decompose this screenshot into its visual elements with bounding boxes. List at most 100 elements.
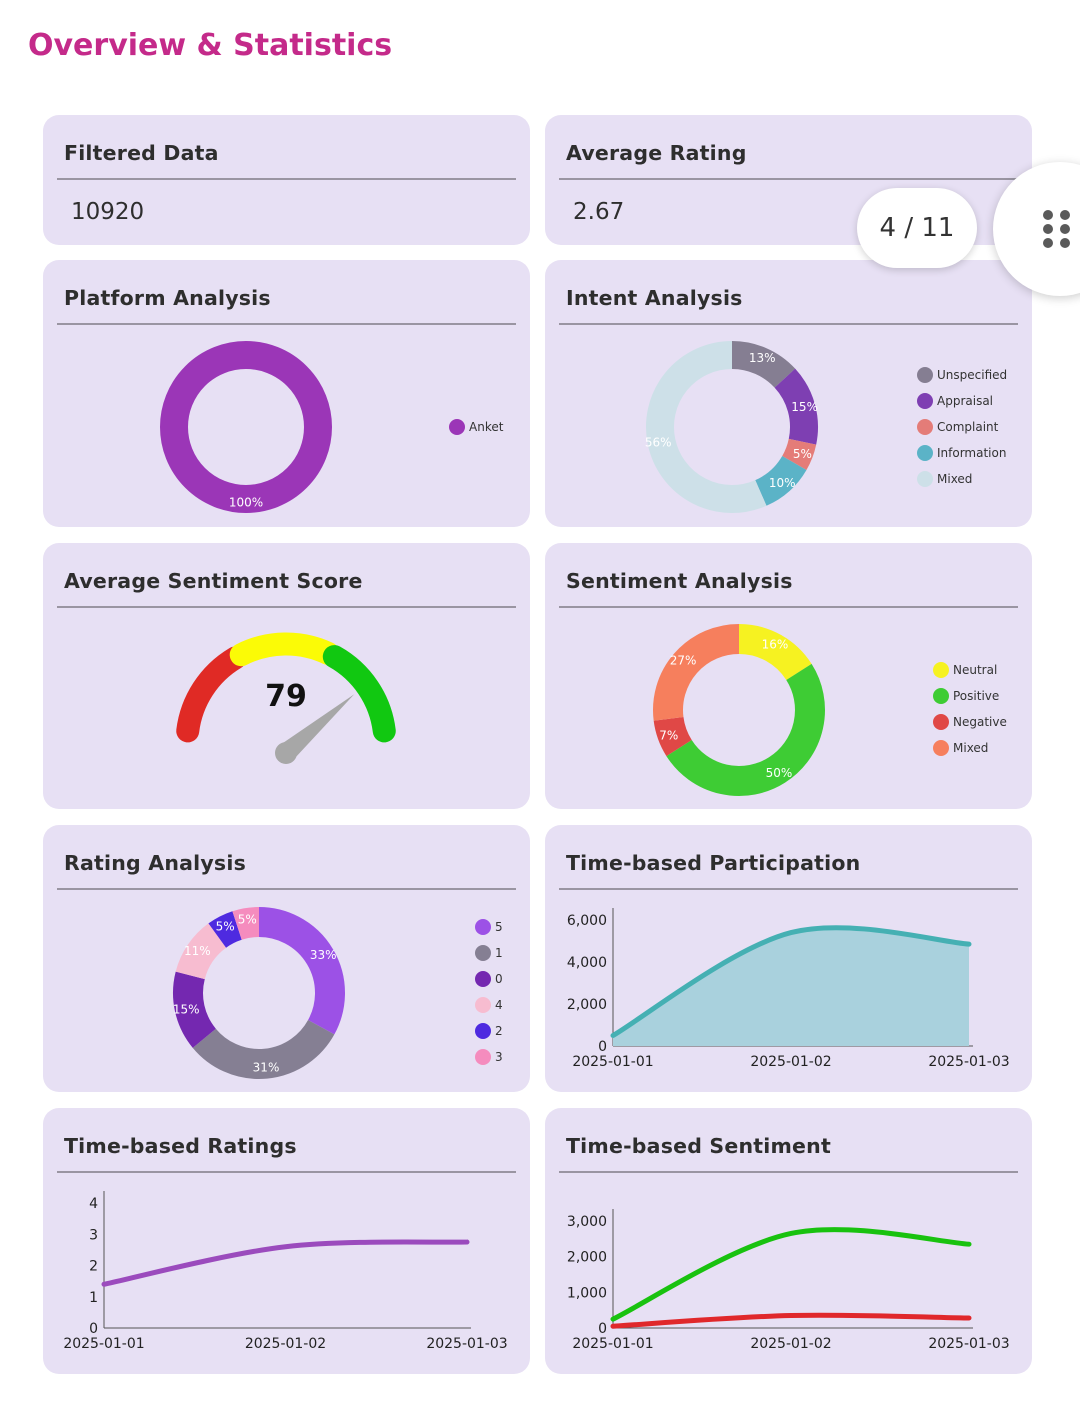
platform-analysis-card: Platform Analysis 100% Anket [43,260,530,527]
slice-label: 5% [238,912,257,926]
legend-swatch [917,393,933,409]
donut-slice [160,341,332,513]
legend-label: Mixed [937,472,972,486]
sentiment-analysis-card: Sentiment Analysis 16% 50% 7% 27% Neutral Pos… [545,543,1032,809]
gauge-hub [275,742,297,764]
legend-swatch [475,997,491,1013]
legend-swatch [475,1023,491,1039]
average-sentiment-card: Average Sentiment Score 79 [43,543,530,809]
series-line [610,1227,972,1322]
y-tick-label: 0 [89,1321,98,1337]
legend-swatch [917,471,933,487]
legend-label: 5 [495,920,503,934]
legend-label: Complaint [937,420,999,434]
legend-swatch [449,419,465,435]
x-tick-label: 2025-01-01 [572,1336,653,1352]
x-tick-label: 2025-01-03 [928,1336,1009,1352]
x-tick-label: 2025-01-02 [245,1336,326,1352]
legend-label: Unspecified [937,368,1007,382]
donut-slice [666,663,825,796]
legend-swatch [475,1049,491,1065]
y-tick-label: 0 [598,1321,607,1337]
legend-label: 2 [495,1024,503,1038]
slice-label: 7% [659,728,678,742]
x-tick-label: 2025-01-01 [63,1336,144,1352]
legend-label: Positive [953,689,999,703]
legend-label: Appraisal [937,394,993,408]
y-tick-label: 4,000 [567,955,607,971]
legend-label: 4 [495,998,503,1012]
donut-slice [653,624,740,721]
gauge-value: 79 [265,679,307,714]
page-indicator[interactable]: 4 / 11 [857,188,977,268]
y-tick-label: 3,000 [567,1214,607,1230]
legend-swatch [933,688,949,704]
legend-label: Information [937,446,1006,460]
divider [559,178,1018,180]
legend-label: 0 [495,972,503,986]
slice-label: 56% [645,435,672,449]
sentiment-line-chart: 0 1,000 2,000 3,000 2025-01-01 2025-01-02 2025… [567,1209,1010,1352]
slice-label: 13% [749,351,776,365]
legend-swatch [933,662,949,678]
slice-label: 5% [793,447,812,461]
intent-analysis-card: Intent Analysis 13% 15% 5% 10% 56% Unspecifie… [545,260,1032,527]
average-rating-value: 2.67 [573,199,625,225]
slice-label: 16% [762,638,789,652]
menu-button[interactable] [993,162,1080,296]
gauge-band [229,632,340,667]
slice-label: 31% [253,1060,280,1074]
area-fill [613,927,969,1046]
gauge-band [322,645,396,743]
divider [57,178,516,180]
legend-swatch [917,445,933,461]
participation-area-chart: 0 2,000 4,000 6,000 2025-01-01 2025-01-02 2025… [567,908,1010,1070]
slice-label: 50% [766,766,793,780]
y-tick-label: 1 [89,1290,98,1306]
legend-swatch [917,367,933,383]
legend-label: Anket [469,420,504,434]
legend-label: Negative [953,715,1007,729]
donut-slice [646,341,767,513]
y-tick-label: 2 [89,1259,98,1275]
x-tick-label: 2025-01-01 [572,1054,653,1070]
slice-label: 15% [791,400,818,414]
slice-label: 10% [769,476,796,490]
page-title: Overview & Statistics [28,28,393,63]
y-tick-label: 6,000 [567,913,607,929]
slice-label: 5% [216,920,235,934]
slice-label: 11% [184,944,211,958]
x-tick-label: 2025-01-03 [426,1336,507,1352]
sentiment-donut-chart: 16% 50% 7% 27% Neutral Positive Negative Mixed [653,624,1007,796]
x-tick-label: 2025-01-02 [750,1336,831,1352]
sentiment-gauge: 79 [176,632,396,764]
ratings-time-card: Time-based Ratings 0 1 2 3 4 2025-01-01 2025-0… [43,1108,530,1374]
card-title: Average Rating [566,141,747,165]
filtered-data-card: Filtered Data 10920 [43,115,530,245]
y-tick-label: 2,000 [567,1250,607,1266]
y-tick-label: 0 [598,1039,607,1055]
legend-swatch [475,919,491,935]
legend-swatch [475,971,491,987]
donut-slice [258,907,345,1035]
y-tick-label: 1,000 [567,1285,607,1301]
legend-swatch [933,714,949,730]
gauge-band [176,646,247,743]
donut-slice [192,1019,335,1079]
legend-label: 3 [495,1050,503,1064]
y-tick-label: 4 [89,1196,98,1212]
slice-label: 100% [229,495,263,509]
participation-time-card: Time-based Participation 0 2,000 4,000 6,00… [545,825,1032,1092]
filtered-data-value: 10920 [71,199,145,225]
rating-donut-chart: 33% 31% 15% 11% 5%5% 5 1 0 4 2 3 [173,907,503,1079]
slice-label: 33% [310,948,337,962]
x-tick-label: 2025-01-03 [928,1054,1009,1070]
slice-label: 15% [173,1002,200,1016]
legend-label: Neutral [953,663,997,677]
y-tick-label: 3 [89,1227,98,1243]
sentiment-time-card: Time-based Sentiment 0 1,000 2,000 3,000 202… [545,1108,1032,1374]
ratings-line-chart: 0 1 2 3 4 2025-01-01 2025-01-02 2025-01-03 [63,1191,508,1352]
rating-analysis-card: Rating Analysis 33% 31% 15% 11% 5% 5% 5 1 0 4 2 3 [43,825,530,1092]
y-tick-label: 2,000 [567,997,607,1013]
intent-donut-chart: 13% 15% 5% 10% 56% Unspecified Appraisal Compla… [645,341,1007,513]
